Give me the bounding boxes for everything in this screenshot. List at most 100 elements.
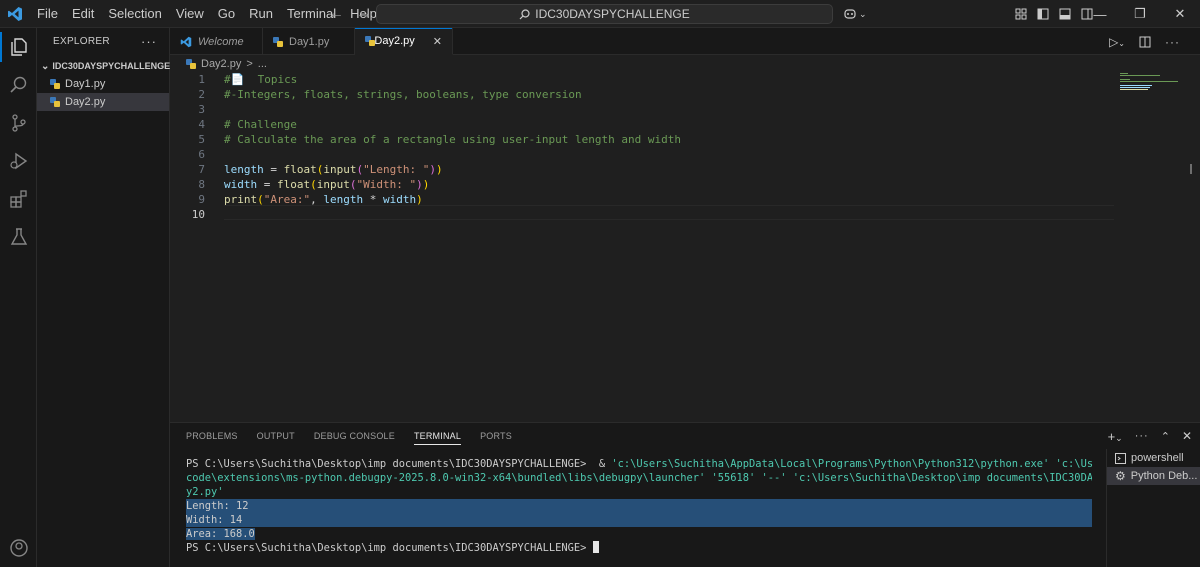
code-line: 8 width = float(input("Width: "))	[170, 177, 429, 192]
code-token: ,	[310, 193, 324, 206]
code-token: (	[310, 178, 317, 191]
workspace-folder[interactable]: ⌄ IDC30DAYSPYCHALLENGE	[37, 57, 171, 75]
terminal-output[interactable]: PS C:\Users\Suchitha\Desktop\imp documen…	[186, 457, 1092, 555]
split-editor-icon[interactable]	[1139, 36, 1151, 48]
tab-label: Day2.py	[374, 35, 415, 47]
code-token: 📄	[230, 73, 245, 86]
python-file-icon	[50, 79, 60, 89]
search-icon	[519, 8, 530, 19]
menu-item-view[interactable]: View	[169, 0, 211, 28]
folder-name: IDC30DAYSPYCHALLENGE	[52, 61, 171, 71]
file-item-day2[interactable]: Day2.py	[37, 93, 169, 111]
panel-tabs: PROBLEMS OUTPUT DEBUG CONSOLE TERMINAL PORTS	[186, 423, 512, 449]
toggle-panel-icon[interactable]	[1054, 0, 1076, 28]
terminal-output-area: Area: 168.0	[186, 528, 255, 540]
command-center-search[interactable]: IDC30DAYSPYCHALLENGE	[376, 4, 833, 24]
code-text: # Calculate the area of a rectangle usin…	[224, 132, 681, 147]
code-editor[interactable]: 1 #📄 Topics 2 #-Integers, floats, strings, …	[170, 72, 1200, 422]
minimap[interactable]	[1116, 72, 1196, 112]
panel-tab-debug-console[interactable]: DEBUG CONSOLE	[314, 423, 395, 449]
terminal-command-text: 'c:\Users\Suchitha\AppData\Local\Program…	[611, 458, 1092, 470]
tab-welcome[interactable]: Welcome	[170, 28, 263, 55]
code-token: # Calculate the area of a rectangle usin…	[224, 133, 681, 146]
more-actions-icon[interactable]: ···	[1135, 430, 1149, 442]
code-token: print	[224, 193, 258, 206]
restore-icon[interactable]: ❐	[1120, 0, 1160, 28]
tab-day1[interactable]: Day1.py	[263, 28, 355, 55]
code-token: #	[224, 73, 231, 86]
tab-label: Day1.py	[289, 35, 330, 48]
terminal-command-continuation: y2.py'	[186, 486, 224, 498]
code-token: # Challenge	[224, 118, 297, 131]
file-name: Day1.py	[65, 78, 106, 90]
menu-item-selection[interactable]: Selection	[101, 0, 168, 28]
maximize-panel-icon[interactable]: ⌃	[1161, 430, 1170, 443]
code-token: =	[257, 178, 277, 191]
activity-bar	[0, 28, 37, 567]
accounts-icon[interactable]	[0, 529, 37, 567]
code-token: input	[323, 163, 357, 176]
breadcrumb-separator: >	[246, 58, 253, 70]
panel-tab-terminal[interactable]: TERMINAL	[413, 423, 462, 449]
back-arrow-icon[interactable]: ←	[328, 5, 344, 23]
code-token: "Length: "	[363, 163, 430, 176]
menu-item-go[interactable]: Go	[211, 0, 242, 28]
code-token: )	[429, 163, 436, 176]
gear-icon: ⚙	[1115, 469, 1126, 483]
menu-item-edit[interactable]: Edit	[65, 0, 101, 28]
scrollbar-marker[interactable]	[1190, 164, 1192, 174]
more-actions-icon[interactable]: ···	[1165, 35, 1180, 49]
copilot-button[interactable]: ⌄	[843, 0, 867, 28]
run-and-debug-icon[interactable]	[0, 142, 37, 180]
terminal-item-label: Python Deb...	[1130, 470, 1198, 482]
editor-actions: ▷⌄ ···	[1109, 28, 1180, 55]
window-controls: — ❐ ✕	[1080, 0, 1200, 28]
code-token: )	[435, 163, 443, 176]
code-token: length	[323, 193, 364, 206]
more-actions-icon[interactable]: ···	[141, 34, 157, 49]
toggle-primary-sidebar-icon[interactable]	[1032, 0, 1054, 28]
close-tab-icon[interactable]: ✕	[433, 35, 442, 48]
code-token: input	[316, 178, 350, 191]
close-icon[interactable]: ✕	[1160, 0, 1200, 28]
breadcrumb: Day2.py > ...	[186, 56, 267, 72]
menu-item-run[interactable]: Run	[242, 0, 280, 28]
code-line: 4 # Challenge	[170, 117, 297, 132]
tab-day2[interactable]: Day2.py ✕	[355, 28, 453, 55]
code-text: print("Area:", length * width)	[224, 192, 423, 207]
breadcrumb-file[interactable]: Day2.py	[201, 58, 241, 70]
customize-layout-icon[interactable]	[1010, 0, 1032, 28]
source-control-icon[interactable]	[0, 104, 37, 142]
python-file-icon	[273, 36, 283, 47]
extensions-icon[interactable]	[0, 180, 37, 218]
testing-flask-icon[interactable]	[0, 218, 37, 256]
search-icon[interactable]	[0, 66, 37, 104]
panel-tab-ports[interactable]: PORTS	[480, 423, 512, 449]
breadcrumb-symbol[interactable]: ...	[258, 58, 267, 70]
terminal-prompt: PS C:\Users\Suchitha\Desktop\imp documen…	[186, 458, 612, 470]
forward-arrow-icon[interactable]: →	[356, 5, 372, 23]
code-line: 10	[170, 207, 224, 222]
panel-tab-problems[interactable]: PROBLEMS	[186, 423, 238, 449]
editor-tabs: Welcome Day1.py Day2.py ✕ ▷⌄ ···	[170, 28, 1200, 55]
explorer-icon[interactable]	[0, 28, 37, 66]
run-python-file-icon[interactable]: ▷⌄	[1109, 35, 1125, 49]
line-number: 3	[198, 103, 205, 116]
code-text: width = float(input("Width: "))	[224, 177, 429, 192]
explorer-sidebar: EXPLORER ··· ⌄ IDC30DAYSPYCHALLENGE Day1…	[37, 28, 170, 567]
code-token: #-Integers, floats, strings, booleans, t…	[224, 88, 582, 101]
file-item-day1[interactable]: Day1.py	[37, 75, 169, 93]
python-file-icon	[186, 59, 196, 69]
code-line: 9 print("Area:", length * width)	[170, 192, 423, 207]
panel-tab-output[interactable]: OUTPUT	[257, 423, 295, 449]
close-panel-icon[interactable]: ✕	[1182, 429, 1192, 443]
code-line: 3	[170, 102, 224, 117]
terminal-list: powershell ⚙ Python Deb...	[1106, 449, 1200, 567]
terminal-item-powershell[interactable]: powershell	[1107, 449, 1200, 467]
menu-item-file[interactable]: File	[30, 0, 65, 28]
terminal-item-python-debug[interactable]: ⚙ Python Deb...	[1107, 467, 1200, 485]
code-text: # Challenge	[224, 117, 297, 132]
new-terminal-icon[interactable]: +⌄	[1108, 429, 1123, 444]
minimize-icon[interactable]: —	[1080, 0, 1120, 28]
line-number: 2	[198, 88, 205, 101]
